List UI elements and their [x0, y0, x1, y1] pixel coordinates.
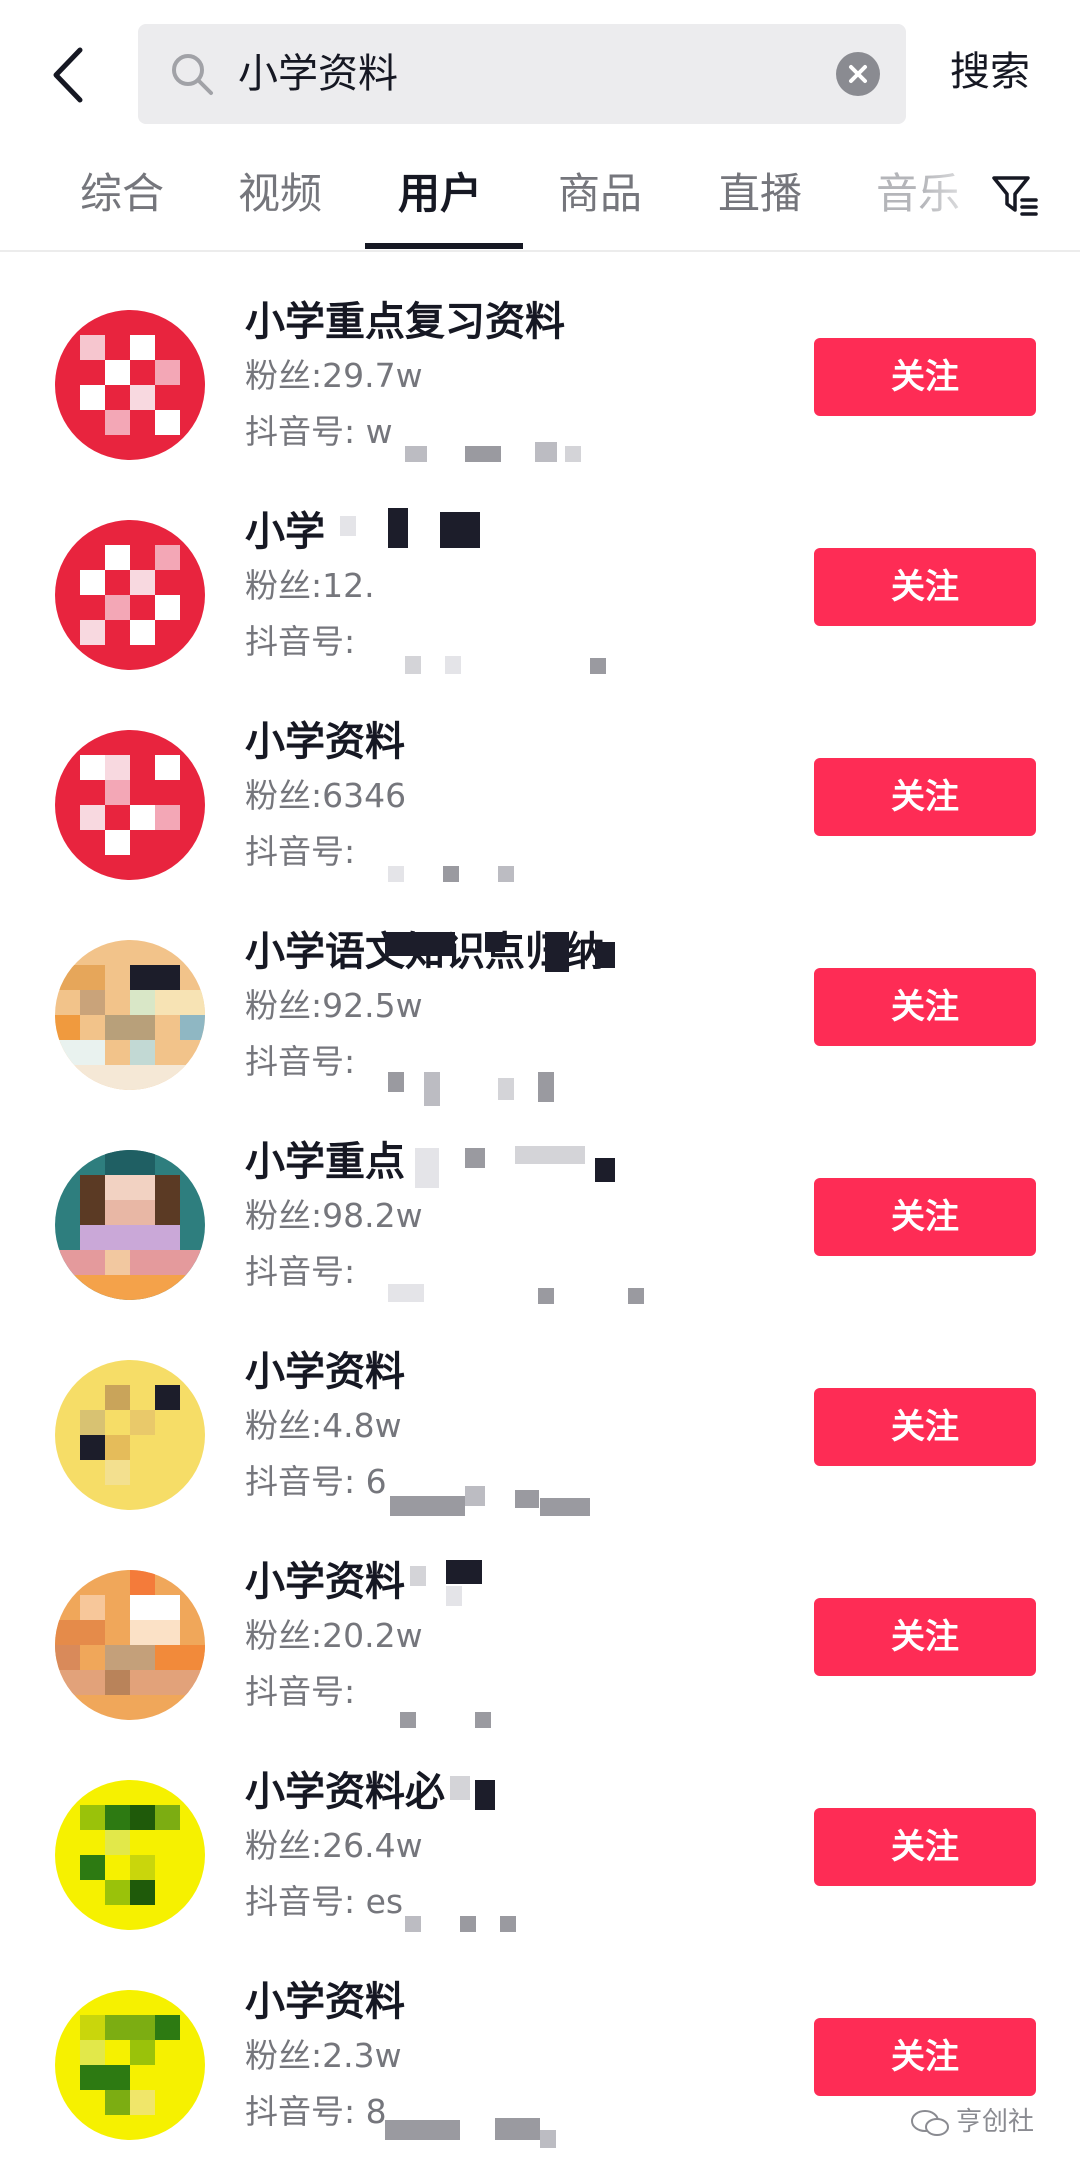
filter-icon	[992, 176, 1038, 216]
clear-search-button[interactable]	[836, 52, 880, 96]
user-list-item[interactable]: 小学资料 粉丝:20.2w 抖音号: 关注	[0, 1522, 1080, 1732]
user-name: 小学重点复习资料	[245, 299, 565, 345]
avatar[interactable]	[55, 1150, 205, 1300]
watermark-text: 亨创社	[956, 2107, 1035, 2137]
redacted-name-pixels	[450, 1766, 510, 1820]
user-fans-count: 粉丝:12.	[245, 566, 375, 605]
redacted-id-pixels	[388, 862, 528, 888]
user-name: 小学重点	[245, 1139, 405, 1185]
user-douyin-id: 抖音号: 8	[245, 2092, 387, 2131]
redacted-name-pixels	[410, 1556, 510, 1620]
back-button[interactable]	[40, 40, 100, 110]
redacted-id-pixels	[405, 654, 625, 680]
user-douyin-id: 抖音号: 6	[245, 1462, 387, 1501]
user-fans-count: 粉丝:4.8w	[245, 1406, 402, 1445]
user-douyin-id: 抖音号:	[245, 1252, 356, 1291]
chevron-left-icon	[53, 47, 83, 103]
redacted-id-pixels	[388, 1282, 648, 1310]
avatar[interactable]	[55, 1780, 205, 1930]
tab-users[interactable]: 用户	[398, 166, 482, 222]
user-douyin-id: 抖音号: w	[245, 412, 393, 451]
tab-fade-overlay	[920, 150, 1000, 246]
user-fans-count: 粉丝:20.2w	[245, 1616, 423, 1655]
close-circle-icon	[849, 65, 867, 83]
follow-button[interactable]: 关注	[814, 1598, 1036, 1676]
redacted-id-pixels	[405, 442, 595, 468]
search-submit-button[interactable]: 搜索	[950, 46, 1030, 98]
redacted-id-pixels	[385, 2116, 575, 2154]
redacted-name-pixels	[340, 508, 510, 556]
redacted-name-pixels	[415, 1138, 625, 1202]
avatar[interactable]	[55, 1990, 205, 2140]
search-header: 小学资料 搜索	[0, 0, 1080, 150]
user-fans-count: 粉丝:98.2w	[245, 1196, 423, 1235]
user-name: 小学	[245, 509, 325, 555]
user-fans-count: 粉丝:2.3w	[245, 2036, 402, 2075]
user-list-item[interactable]: 小学语文知识点归纳 粉丝:92.5w 抖音号: 关注	[0, 892, 1080, 1106]
avatar[interactable]	[55, 310, 205, 460]
tab-videos[interactable]: 视频	[238, 166, 322, 222]
user-name: 小学资料	[245, 1559, 405, 1605]
user-douyin-id: 抖音号:	[245, 622, 356, 661]
user-douyin-id: 抖音号:	[245, 832, 356, 871]
avatar[interactable]	[55, 940, 205, 1090]
active-tab-indicator	[365, 243, 523, 249]
user-fans-count: 粉丝:6346	[245, 776, 407, 815]
user-list-item[interactable]: 小学 粉丝:12. 抖音号: 关注	[0, 472, 1080, 682]
avatar[interactable]	[55, 520, 205, 670]
wechat-icon	[911, 2109, 949, 2136]
watermark: 亨创社	[910, 2100, 1034, 2144]
avatar[interactable]	[55, 1360, 205, 1510]
follow-button[interactable]: 关注	[814, 968, 1036, 1046]
tab-comprehensive[interactable]: 综合	[80, 166, 164, 222]
user-douyin-id: 抖音号:	[245, 1672, 356, 1711]
filter-button[interactable]	[990, 170, 1040, 220]
user-name: 小学资料	[245, 1349, 405, 1395]
redacted-name-pixels	[385, 928, 625, 976]
user-name: 小学资料	[245, 719, 405, 765]
redacted-id-pixels	[405, 1912, 525, 1940]
search-icon	[172, 54, 213, 95]
tab-live[interactable]: 直播	[718, 166, 802, 222]
follow-button[interactable]: 关注	[814, 1178, 1036, 1256]
follow-button[interactable]: 关注	[814, 1808, 1036, 1886]
redacted-id-pixels	[400, 1698, 510, 1734]
follow-button[interactable]: 关注	[814, 1388, 1036, 1466]
user-list-item[interactable]: 小学重点 粉丝:98.2w 抖音号: 关注	[0, 1102, 1080, 1312]
user-douyin-id: 抖音号: es	[245, 1882, 404, 1921]
search-input[interactable]: 小学资料	[138, 24, 906, 124]
user-name: 小学资料必	[245, 1769, 445, 1815]
tab-products[interactable]: 商品	[558, 166, 642, 222]
search-query-text[interactable]: 小学资料	[238, 48, 398, 100]
user-douyin-id: 抖音号:	[245, 1042, 356, 1081]
follow-button[interactable]: 关注	[814, 548, 1036, 626]
user-results-list: 小学重点复习资料 粉丝:29.7w 抖音号: w 关注 小学 粉丝:12. 抖音…	[0, 262, 1080, 2152]
user-fans-count: 粉丝:29.7w	[245, 356, 423, 395]
follow-button[interactable]: 关注	[814, 2018, 1036, 2096]
redacted-id-pixels	[390, 1486, 600, 1522]
follow-button[interactable]: 关注	[814, 338, 1036, 416]
user-name: 小学资料	[245, 1979, 405, 2025]
user-list-item[interactable]: 小学资料 粉丝:4.8w 抖音号: 6 关注	[0, 1312, 1080, 1522]
avatar[interactable]	[55, 1570, 205, 1720]
user-list-item[interactable]: 小学重点复习资料 粉丝:29.7w 抖音号: w 关注	[0, 262, 1080, 472]
user-fans-count: 粉丝:26.4w	[245, 1826, 423, 1865]
search-result-tabs: 综合 视频 用户 商品 直播 音乐	[0, 150, 1080, 252]
follow-button[interactable]: 关注	[814, 758, 1036, 836]
avatar[interactable]	[55, 730, 205, 880]
user-list-item[interactable]: 小学资料 粉丝:6346 抖音号: 关注	[0, 682, 1080, 892]
user-fans-count: 粉丝:92.5w	[245, 986, 423, 1025]
user-list-item[interactable]: 小学资料必 粉丝:26.4w 抖音号: es 关注	[0, 1732, 1080, 1942]
